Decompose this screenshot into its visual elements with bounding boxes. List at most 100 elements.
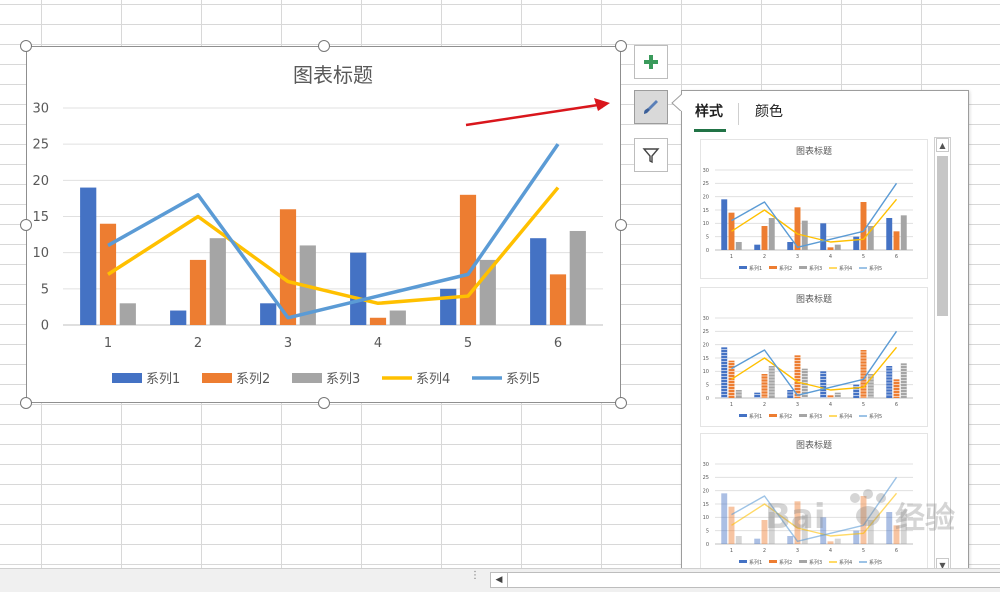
chart-title: 图表标题 — [796, 439, 832, 451]
legend-label: 系列4 — [839, 265, 852, 272]
legend-swatch — [769, 414, 777, 417]
legend-label: 系列2 — [779, 559, 792, 566]
bar-系列2 — [827, 247, 834, 250]
legend-swatch — [769, 560, 777, 563]
y-tick-label: 15 — [703, 502, 709, 508]
y-tick-label: 20 — [703, 194, 709, 200]
horizontal-scrollbar[interactable] — [508, 572, 1000, 588]
bar-系列1 — [886, 218, 893, 250]
legend-label: 系列4 — [839, 559, 852, 566]
bar-系列2 — [549, 274, 567, 325]
chart-title: 图表标题 — [796, 145, 832, 157]
legend-label: 系列3 — [326, 372, 360, 387]
y-tick-label: 20 — [703, 488, 709, 494]
bar-系列1 — [721, 493, 728, 544]
scroll-left-arrow-icon[interactable]: ◀ — [490, 572, 508, 588]
x-tick-label: 5 — [862, 402, 865, 408]
pane-pointer-icon — [671, 91, 683, 111]
legend-label: 系列2 — [236, 372, 270, 387]
bar-系列2 — [761, 226, 768, 250]
resize-handle-top-left[interactable] — [20, 40, 32, 52]
legend-label: 系列1 — [749, 265, 762, 272]
x-tick-label: 6 — [554, 336, 562, 351]
legend-label: 系列5 — [506, 372, 540, 387]
bar-系列1 — [350, 252, 367, 325]
x-tick-label: 3 — [796, 254, 799, 260]
y-tick-label: 0 — [41, 319, 49, 334]
bar-系列3 — [735, 536, 742, 544]
brush-icon — [644, 100, 658, 114]
style-thumbnail-2[interactable]: 图表标题 0 5 10 15 20 25 30 1 2 3 4 5 6 系列1 系列2 系列3 系列4 系列5 — [700, 287, 928, 427]
resize-handle-left[interactable] — [20, 219, 32, 231]
legend-label: 系列3 — [809, 265, 822, 272]
bar-系列3 — [735, 242, 742, 250]
x-tick-label: 5 — [464, 336, 472, 351]
bar-系列3 — [768, 218, 775, 250]
split-handle-icon[interactable]: ⋮ — [470, 571, 480, 587]
x-tick-label: 2 — [763, 254, 766, 260]
resize-handle-right[interactable] — [615, 219, 627, 231]
bar-系列1 — [787, 390, 794, 398]
x-tick-label: 3 — [284, 336, 292, 351]
bar-系列3 — [119, 303, 136, 325]
x-tick-label: 5 — [862, 548, 865, 554]
resize-handle-bottom[interactable] — [318, 397, 330, 409]
legend-label: 系列5 — [869, 265, 882, 272]
active-tab-indicator — [694, 129, 726, 132]
y-tick-label: 10 — [32, 246, 49, 261]
bar-系列1 — [754, 244, 761, 250]
legend-swatch — [112, 373, 142, 383]
bar-系列1 — [721, 199, 728, 250]
x-tick-label: 2 — [194, 336, 202, 351]
y-tick-label: 25 — [703, 181, 709, 187]
bar-系列3 — [209, 238, 226, 325]
legend-label: 系列2 — [779, 265, 792, 272]
x-tick-label: 4 — [829, 402, 832, 408]
bar-系列2 — [860, 202, 867, 250]
scroll-up-arrow-icon[interactable]: ▲ — [936, 138, 949, 152]
y-tick-label: 10 — [703, 369, 709, 375]
thumbnail-chart-1: 图表标题 0 5 10 15 20 25 30 1 2 3 4 5 6 系列1 系列2 系列3 系列4 系列5 — [703, 145, 913, 272]
y-tick-label: 5 — [706, 382, 709, 388]
x-tick-label: 1 — [104, 336, 112, 351]
bar-系列1 — [853, 236, 860, 250]
legend-label: 系列5 — [869, 559, 882, 566]
x-tick-label: 5 — [862, 254, 865, 260]
chart-elements-button[interactable] — [634, 45, 668, 79]
legend-label: 系列4 — [839, 413, 852, 420]
bar-系列1 — [754, 392, 761, 398]
legend-swatch — [292, 373, 322, 383]
thumbnail-chart-2: 图表标题 0 5 10 15 20 25 30 1 2 3 4 5 6 系列1 系列2 系列3 系列4 系列5 — [703, 293, 913, 420]
x-tick-label: 1 — [730, 254, 733, 260]
style-thumbnail-1[interactable]: 图表标题 0 5 10 15 20 25 30 1 2 3 4 5 6 系列1 系列2 系列3 系列4 系列5 — [700, 139, 928, 279]
y-tick-label: 25 — [703, 475, 709, 481]
resize-handle-bottom-right[interactable] — [615, 397, 627, 409]
resize-handle-top[interactable] — [318, 40, 330, 52]
tab-color[interactable]: 颜色 — [755, 101, 783, 121]
y-tick-label: 30 — [703, 462, 709, 468]
legend-label: 系列1 — [146, 372, 180, 387]
bar-系列2 — [189, 259, 207, 325]
x-tick-label: 2 — [763, 548, 766, 554]
resize-handle-bottom-left[interactable] — [20, 397, 32, 409]
bar-系列3 — [735, 390, 742, 398]
tab-style[interactable]: 样式 — [695, 101, 723, 121]
scrollbar-thumb[interactable] — [937, 156, 948, 316]
x-tick-label: 3 — [796, 548, 799, 554]
bar-系列1 — [721, 347, 728, 398]
tab-separator — [738, 103, 739, 125]
chart-title: 图表标题 — [796, 293, 832, 305]
x-tick-label: 4 — [829, 548, 832, 554]
resize-handle-top-right[interactable] — [615, 40, 627, 52]
y-tick-label: 30 — [703, 316, 709, 322]
chart-styles-button[interactable] — [634, 90, 668, 124]
bar-系列2 — [369, 317, 387, 325]
bar-系列2 — [761, 374, 768, 398]
legend-label: 系列2 — [779, 413, 792, 420]
y-tick-label: 5 — [41, 282, 49, 297]
y-tick-label: 10 — [703, 515, 709, 521]
bar-系列3 — [834, 244, 841, 250]
x-tick-label: 2 — [763, 402, 766, 408]
y-tick-label: 0 — [706, 248, 709, 254]
chart-filters-button[interactable] — [634, 138, 668, 172]
